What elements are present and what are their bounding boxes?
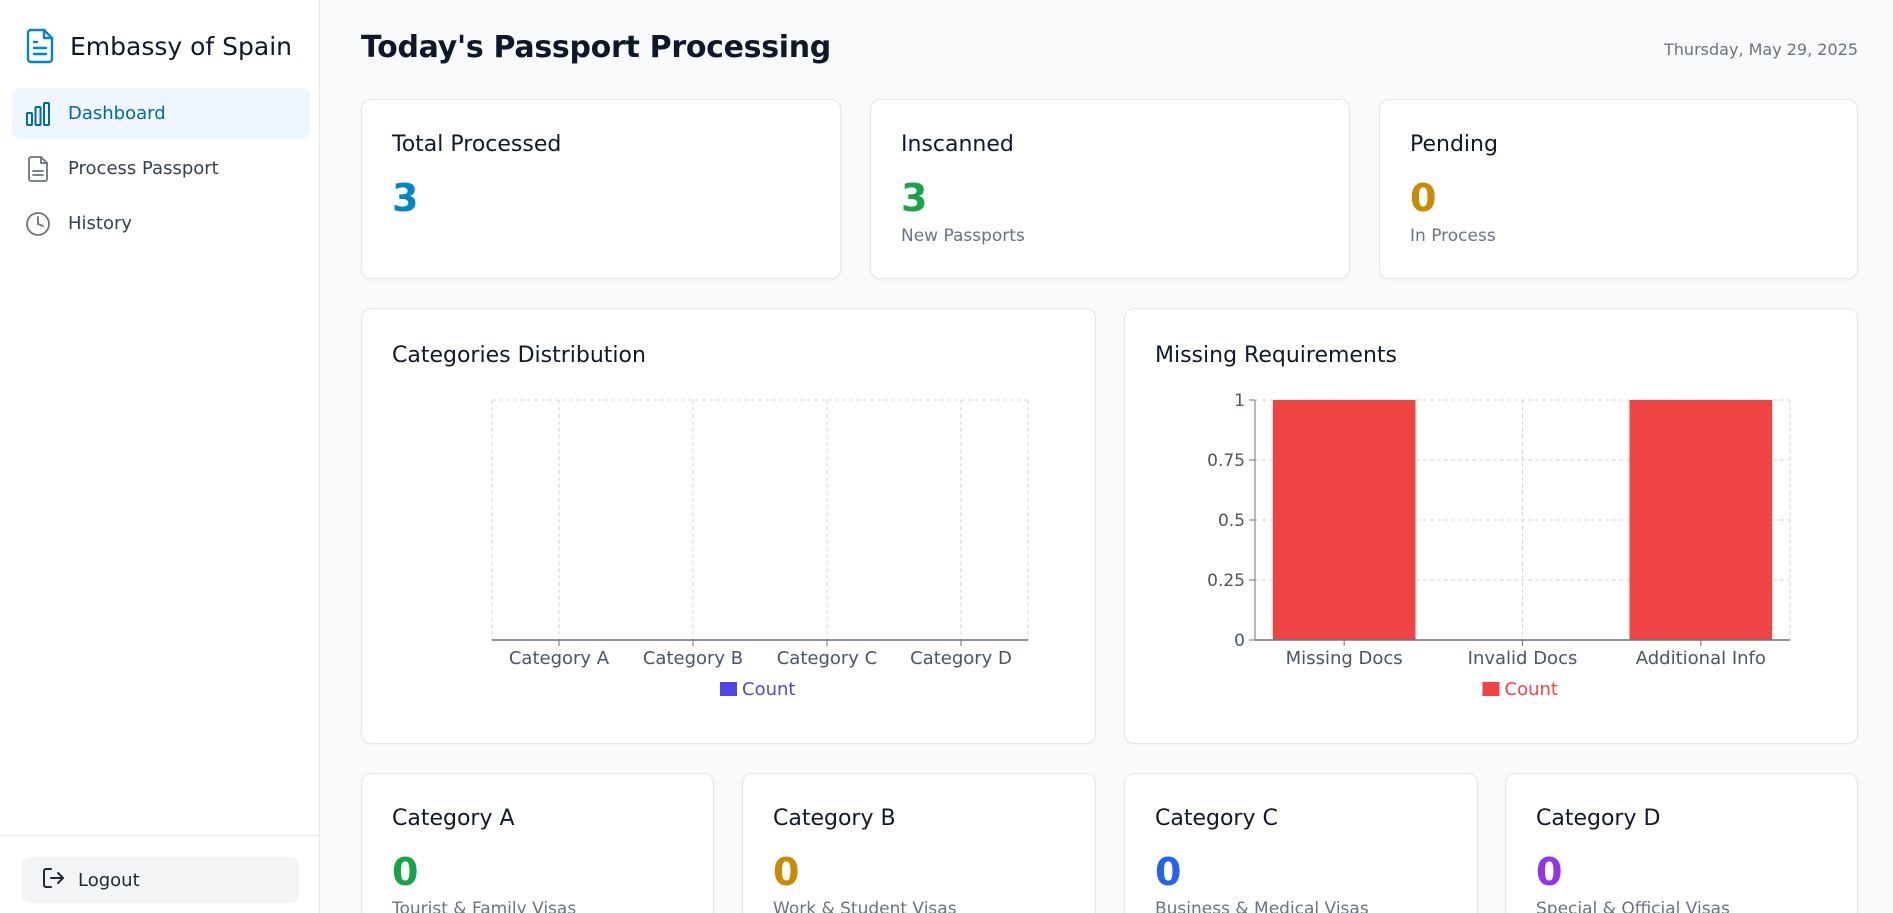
bar-chart-icon [24, 100, 52, 128]
brand-title: Embassy of Spain [70, 31, 293, 61]
legend-label: Count [1505, 679, 1558, 700]
stat-card-inscanned: Inscanned 3 New Passports [870, 99, 1350, 279]
stat-title: Pending [1410, 132, 1498, 157]
stat-subtitle: New Passports [901, 226, 1025, 246]
sidebar-item-label: History [68, 213, 133, 234]
brand: Embassy of Spain [24, 24, 292, 68]
y-tick-label: 0.75 [1207, 451, 1245, 471]
chart-card-missing-requirements: Missing Requirements Missing Docs Invalid… [1124, 308, 1858, 744]
stat-card-total-processed: Total Processed 3 [361, 99, 841, 279]
y-tick-label: 0.25 [1207, 571, 1245, 591]
category-title: Category C [1155, 806, 1278, 831]
y-tick-label: 0.5 [1218, 511, 1245, 531]
x-tick-label: Invalid Docs [1468, 648, 1578, 669]
category-subtitle: Business & Medical Visas [1155, 899, 1369, 913]
stat-card-pending: Pending 0 In Process [1379, 99, 1858, 279]
stat-value: 3 [901, 176, 928, 220]
legend-swatch [720, 682, 737, 696]
stat-value: 0 [1410, 176, 1437, 220]
sidebar-item-dashboard[interactable]: Dashboard [12, 88, 310, 139]
logout-icon [42, 867, 66, 894]
stat-title: Inscanned [901, 132, 1014, 157]
sidebar-nav: Dashboard Process Passport History [12, 88, 310, 253]
chart-grid [491, 399, 1029, 640]
stat-value: 3 [392, 176, 419, 220]
stat-title: Total Processed [392, 132, 562, 157]
sidebar-item-process-passport[interactable]: Process Passport [12, 143, 310, 194]
x-tick-label: Category B [643, 648, 743, 669]
category-card-b: Category B 0 Work & Student Visas [742, 773, 1096, 913]
sidebar-item-history[interactable]: History [12, 198, 310, 249]
bar [1272, 400, 1416, 640]
legend-label: Count [742, 679, 795, 700]
sidebar-footer: Logout [0, 835, 319, 913]
sidebar-item-label: Process Passport [68, 158, 219, 179]
x-tick-label: Category D [910, 648, 1012, 669]
stat-subtitle: In Process [1410, 226, 1496, 246]
chart-card-categories-distribution: Categories Distribution Category A Catego… [361, 308, 1096, 744]
logout-label: Logout [78, 869, 140, 891]
missing-requirements-chart: Missing Docs Invalid Docs Additional Info 0… [1207, 391, 1791, 700]
y-tick-label: 1 [1234, 391, 1245, 411]
bar [1629, 400, 1773, 640]
document-icon [24, 28, 56, 64]
category-title: Category B [773, 806, 896, 831]
category-card-d: Category D 0 Special & Official Visas [1505, 773, 1858, 913]
x-tick-label: Additional Info [1636, 648, 1766, 669]
page-title: Today's Passport Processing [361, 30, 831, 65]
x-tick-label: Missing Docs [1286, 648, 1403, 669]
document-icon [24, 155, 52, 183]
logout-button[interactable]: Logout [22, 857, 299, 903]
categories-distribution-chart: Category A Category B Category C Category D… [491, 399, 1029, 700]
category-value: 0 [392, 850, 419, 894]
category-title: Category D [1536, 806, 1661, 831]
category-subtitle: Tourist & Family Visas [392, 899, 577, 913]
x-tick-label: Category A [509, 648, 610, 669]
x-tick-label: Category C [777, 648, 878, 669]
category-value: 0 [773, 850, 800, 894]
clock-icon [24, 210, 52, 238]
category-subtitle: Work & Student Visas [773, 899, 957, 913]
category-card-c: Category C 0 Business & Medical Visas [1124, 773, 1478, 913]
category-value: 0 [1536, 850, 1563, 894]
sidebar-item-label: Dashboard [68, 103, 166, 124]
category-title: Category A [392, 806, 515, 831]
category-card-a: Category A 0 Tourist & Family Visas [361, 773, 714, 913]
page-date: Thursday, May 29, 2025 [1664, 40, 1858, 59]
category-value: 0 [1155, 850, 1182, 894]
category-subtitle: Special & Official Visas [1536, 899, 1730, 913]
y-tick-label: 0 [1234, 631, 1245, 651]
legend-swatch [1482, 682, 1500, 696]
sidebar: Embassy of Spain Dashboard Process Passp… [0, 0, 320, 913]
